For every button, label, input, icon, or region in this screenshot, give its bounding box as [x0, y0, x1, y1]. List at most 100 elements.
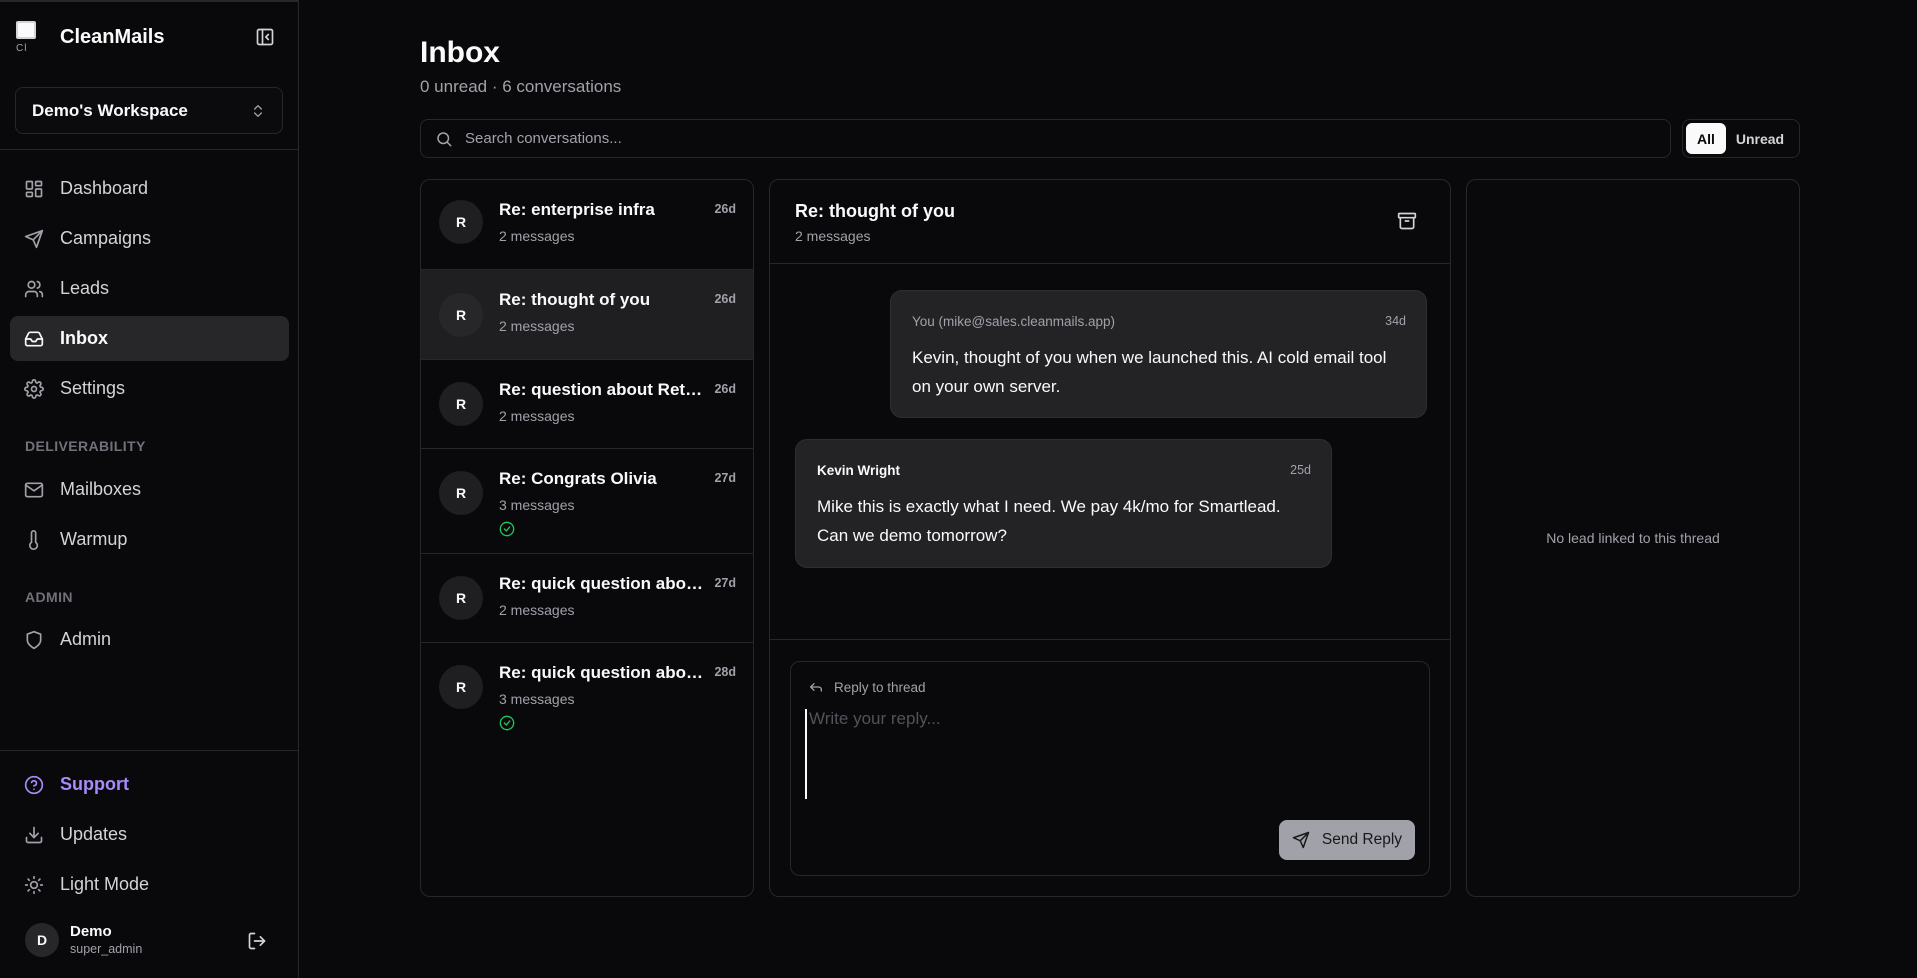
- sidebar-collapse-icon[interactable]: [255, 27, 275, 47]
- reply-label: Reply to thread: [808, 679, 926, 695]
- user-role: super_admin: [70, 942, 143, 956]
- nav-label: Dashboard: [60, 178, 149, 198]
- message-time: 25d: [1290, 463, 1311, 477]
- nav-item-mailboxes[interactable]: Mailboxes: [10, 467, 289, 512]
- avatar: R: [439, 576, 483, 620]
- nav-label: Mailboxes: [60, 479, 142, 499]
- check-circle-icon: [499, 715, 515, 731]
- nav-label: Settings: [60, 378, 126, 398]
- reply-composer: Reply to thread Send Reply: [790, 661, 1430, 876]
- nav-item-updates[interactable]: Updates: [10, 812, 289, 857]
- nav-item-light-mode[interactable]: Light Mode: [10, 862, 289, 907]
- nav-label: Campaigns: [60, 228, 152, 248]
- filter-all-button[interactable]: All: [1686, 123, 1726, 154]
- message-time: 34d: [1385, 314, 1406, 328]
- lead-empty-state: No lead linked to this thread: [1546, 530, 1720, 546]
- conversation-subject: Re: thought of you: [499, 290, 651, 309]
- conversation-item[interactable]: R Re: question about Retool 2 messages 2…: [421, 360, 753, 449]
- workspace-name: Demo's Workspace: [32, 100, 188, 120]
- conversation-subject: Re: question about Retool: [499, 380, 709, 399]
- message-incoming: Kevin Wright 25d Mike this is exactly wh…: [795, 439, 1332, 568]
- conversation-subject: Re: quick question abou...: [499, 663, 709, 682]
- message-body: Mike this is exactly what I need. We pay…: [817, 497, 1281, 545]
- conversation-item[interactable]: R Re: quick question abou... 2 messages …: [421, 554, 753, 643]
- conversation-time: 27d: [714, 576, 736, 590]
- conversation-time: 26d: [714, 382, 736, 396]
- send-icon: [1292, 831, 1310, 849]
- conversation-time: 26d: [714, 202, 736, 216]
- chevrons-up-down-icon: [250, 102, 266, 120]
- users-icon: [24, 279, 44, 299]
- conversation-count: 3 messages: [499, 497, 575, 513]
- avatar: R: [439, 665, 483, 709]
- nav-label: Warmup: [60, 529, 128, 549]
- conversation-item[interactable]: R Re: Congrats Olivia 3 messages 27d: [421, 449, 753, 554]
- nav-item-admin[interactable]: Admin: [10, 617, 289, 662]
- thermometer-icon: [24, 529, 44, 550]
- conversation-count: 2 messages: [499, 408, 575, 424]
- reply-icon: [808, 679, 824, 695]
- conversation-item[interactable]: R Re: thought of you 2 messages 26d: [421, 270, 753, 360]
- nav-label: Inbox: [60, 328, 108, 348]
- send-reply-button[interactable]: Send Reply: [1279, 820, 1415, 860]
- shield-icon: [24, 630, 44, 650]
- nav-item-leads[interactable]: Leads: [10, 266, 289, 311]
- app-name: CleanMails: [60, 25, 165, 48]
- user-profile: D Demo super_admin: [25, 923, 142, 957]
- search-icon: [435, 130, 453, 148]
- avatar: R: [439, 471, 483, 515]
- nav-label: Leads: [60, 278, 110, 298]
- workspace-switcher[interactable]: Demo's Workspace: [15, 87, 283, 134]
- conversation-list: R Re: enterprise infra 2 messages 26d R …: [420, 179, 754, 897]
- lead-panel: No lead linked to this thread: [1466, 179, 1800, 897]
- page-title: Inbox: [420, 36, 500, 69]
- check-circle-icon: [499, 521, 515, 537]
- inbox-icon: [24, 329, 44, 349]
- nav-label: Support: [60, 774, 129, 794]
- archive-icon[interactable]: [1397, 211, 1417, 231]
- send-icon: [24, 229, 44, 249]
- avatar: D: [25, 923, 59, 957]
- conversation-count: 2 messages: [499, 602, 575, 618]
- nav-item-inbox[interactable]: Inbox: [10, 316, 289, 361]
- search-input[interactable]: [465, 130, 1565, 147]
- page-subtitle: 0 unread · 6 conversations: [420, 77, 622, 96]
- reply-label-text: Reply to thread: [834, 679, 926, 695]
- sidebar: Cl CleanMails Demo's Workspace Dashboard…: [0, 0, 299, 978]
- brand[interactable]: Cl CleanMails: [14, 21, 165, 54]
- conversation-subject: Re: enterprise infra: [499, 200, 655, 219]
- search-bar: [420, 119, 1671, 158]
- conversation-item[interactable]: R Re: enterprise infra 2 messages 26d: [421, 180, 753, 270]
- nav-item-support[interactable]: Support: [10, 762, 289, 807]
- nav-section-admin: ADMIN: [25, 589, 73, 605]
- logo-image: Cl: [14, 21, 42, 54]
- avatar: R: [439, 293, 483, 337]
- nav-item-dashboard[interactable]: Dashboard: [10, 166, 289, 211]
- conversation-item[interactable]: R Re: quick question abou... 3 messages …: [421, 643, 753, 749]
- nav-label: Admin: [60, 629, 112, 649]
- conversation-count: 2 messages: [499, 228, 575, 244]
- thread-header: Re: thought of you 2 messages: [770, 180, 1450, 264]
- nav-label: Updates: [60, 824, 128, 844]
- filter-toggle: All Unread: [1682, 119, 1800, 158]
- avatar: R: [439, 382, 483, 426]
- conversation-count: 2 messages: [499, 318, 575, 334]
- conversation-time: 28d: [714, 665, 736, 679]
- thread-count: 2 messages: [795, 228, 871, 244]
- nav-label: Light Mode: [60, 874, 150, 894]
- message-outgoing: You (mike@sales.cleanmails.app) 34d Kevi…: [890, 290, 1427, 418]
- message-sender: Kevin Wright: [817, 463, 901, 478]
- logout-icon[interactable]: [247, 931, 267, 951]
- filter-unread-button[interactable]: Unread: [1726, 123, 1794, 154]
- nav-item-campaigns[interactable]: Campaigns: [10, 216, 289, 261]
- dashboard-icon: [24, 179, 44, 199]
- nav-item-settings[interactable]: Settings: [10, 366, 289, 411]
- message-sender: You (mike@sales.cleanmails.app): [912, 314, 1116, 329]
- conversation-subject: Re: Congrats Olivia: [499, 469, 657, 488]
- conversation-subject: Re: quick question abou...: [499, 574, 709, 593]
- nav-item-warmup[interactable]: Warmup: [10, 517, 289, 562]
- send-reply-label: Send Reply: [1321, 831, 1403, 848]
- gear-icon: [24, 378, 44, 399]
- reply-input[interactable]: [805, 709, 1415, 799]
- download-icon: [24, 825, 44, 845]
